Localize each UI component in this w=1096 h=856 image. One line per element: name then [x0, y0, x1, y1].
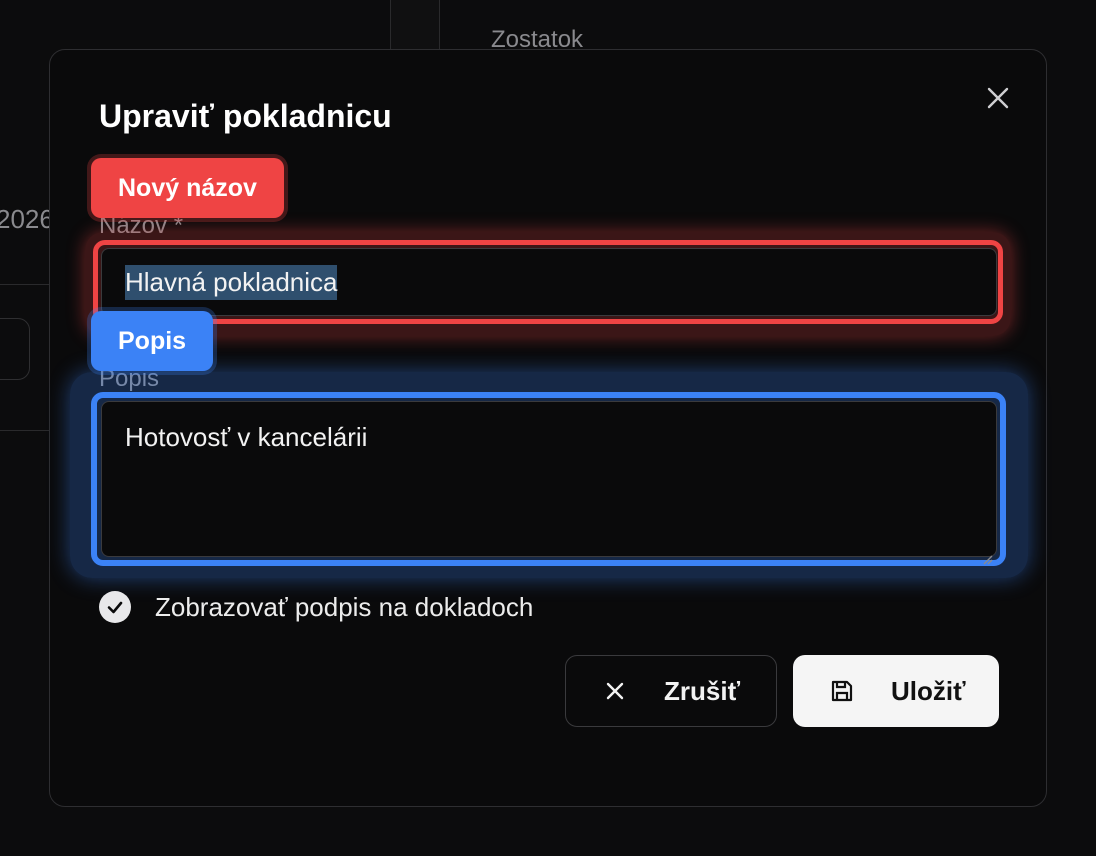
background-date-fragment: 2026: [0, 204, 54, 234]
close-icon[interactable]: [984, 84, 1012, 112]
description-textarea-value: Hotovosť v kancelárii: [125, 422, 368, 452]
show-signature-checkbox[interactable]: Zobrazovať podpis na dokladoch: [99, 591, 533, 623]
save-button-label: Uložiť: [891, 675, 966, 706]
show-signature-label: Zobrazovať podpis na dokladoch: [155, 591, 534, 622]
edit-cash-register-dialog: Upraviť pokladnicu Názov * Hlavná poklad…: [49, 49, 1047, 807]
new-name-annotation-tag: Nový názov: [91, 158, 284, 218]
save-button[interactable]: Uložiť: [793, 655, 999, 727]
cancel-button-label: Zrušiť: [664, 675, 741, 706]
description-textarea[interactable]: Hotovosť v kancelárii: [101, 401, 997, 565]
x-icon: [602, 678, 628, 704]
resize-handle-icon[interactable]: [981, 541, 993, 565]
name-input[interactable]: Hlavná pokladnica: [101, 248, 997, 316]
check-circle-icon[interactable]: [99, 591, 131, 623]
name-input-value: Hlavná pokladnica: [125, 264, 338, 300]
background-column-divider: [390, 0, 440, 50]
description-annotation-tag: Popis: [91, 311, 214, 371]
background-button: [0, 318, 30, 380]
dialog-title: Upraviť pokladnicu: [99, 98, 392, 134]
cancel-button[interactable]: Zrušiť: [565, 655, 777, 727]
floppy-disk-icon: [829, 678, 855, 704]
